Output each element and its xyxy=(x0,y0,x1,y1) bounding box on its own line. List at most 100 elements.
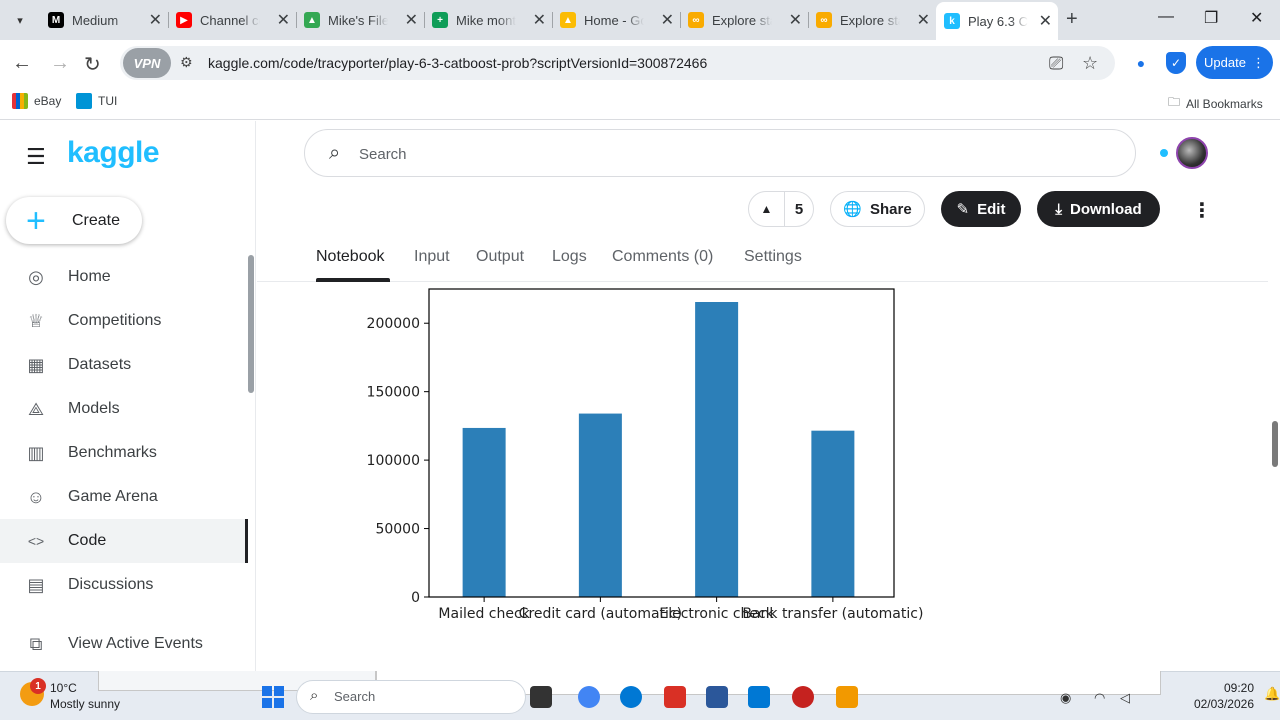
clock-time[interactable]: 09:20 xyxy=(1170,681,1254,695)
weather-description[interactable]: Mostly sunny xyxy=(50,697,120,711)
tab-favicon-icon: ▲ xyxy=(304,12,320,28)
tab-notebook[interactable]: Notebook xyxy=(316,248,385,266)
site-settings-icon[interactable]: ⚙ xyxy=(180,54,193,71)
comment-icon: ▤ xyxy=(27,574,45,595)
window-close-icon[interactable]: ✕ xyxy=(1250,8,1263,28)
notification-bell-icon[interactable]: 🔔 xyxy=(1264,686,1280,702)
tab-close-icon[interactable]: ✕ xyxy=(405,10,418,30)
forward-arrow-icon[interactable]: → xyxy=(50,52,70,75)
tab-search-chevron-icon[interactable]: ▾ xyxy=(8,8,32,32)
taskbar-app-icon[interactable] xyxy=(792,686,814,708)
back-arrow-icon[interactable]: ← xyxy=(12,52,32,75)
tab-close-icon[interactable]: ✕ xyxy=(533,10,546,30)
minimize-icon[interactable]: — xyxy=(1158,8,1174,26)
restore-icon[interactable]: ❐ xyxy=(1204,8,1218,28)
table-icon: ▦ xyxy=(27,354,45,375)
sidebar-item-view-active-events[interactable]: ⧉ View Active Events xyxy=(0,622,248,666)
avatar[interactable] xyxy=(1176,137,1208,169)
globe-icon: 🌐 xyxy=(843,201,862,218)
hamburger-menu-icon[interactable]: ☰ xyxy=(26,144,46,170)
profile-icon[interactable]: ● xyxy=(1130,52,1152,74)
tab-favicon-icon: ∞ xyxy=(816,12,832,28)
volume-icon[interactable]: ◁ xyxy=(1120,690,1130,706)
tab-close-icon[interactable]: ✕ xyxy=(661,10,674,30)
extension-shield-icon[interactable]: ✓ xyxy=(1166,52,1186,74)
code-icon: <> xyxy=(27,533,45,549)
x-tick-label: Bank transfer (automatic) xyxy=(742,606,923,622)
upvote-control[interactable]: ▲ 5 xyxy=(748,191,814,227)
x-tick-label: Credit card (automatic) xyxy=(519,606,682,622)
search-input[interactable] xyxy=(304,129,1136,177)
more-options-icon[interactable]: ⋮ xyxy=(1192,198,1212,223)
location-icon[interactable]: ◉ xyxy=(1060,690,1071,706)
temperature[interactable]: 10°C xyxy=(50,681,77,695)
tab-input[interactable]: Input xyxy=(414,248,450,266)
tab-close-icon[interactable]: ✕ xyxy=(277,10,290,30)
tab-settings[interactable]: Settings xyxy=(744,248,802,266)
browser-tab[interactable]: + Mike monthly ✕ xyxy=(424,4,552,36)
word-taskbar-icon[interactable] xyxy=(706,686,728,708)
browser-tab[interactable]: ▲ Home - Google Drive ✕ xyxy=(552,4,680,36)
tui-icon xyxy=(76,93,92,109)
weather-badge: 1 xyxy=(30,678,46,694)
taskbar-app-icon[interactable] xyxy=(530,686,552,708)
download-button[interactable]: ⤓ Download xyxy=(1037,191,1160,227)
download-icon: ⤓ xyxy=(1055,200,1062,218)
search-icon: ⌕ xyxy=(329,142,341,164)
browser-tab[interactable]: M Medium ✕ xyxy=(40,4,168,36)
url-text[interactable]: kaggle.com/code/tracyporter/play-6-3-cat… xyxy=(208,55,707,71)
sidebar-scrollbar[interactable] xyxy=(248,255,254,393)
create-button[interactable]: + Create xyxy=(6,197,142,244)
clock-date[interactable]: 02/03/2026 xyxy=(1170,697,1254,711)
taskbar-app-icon[interactable] xyxy=(836,686,858,708)
taskbar-app-icon[interactable] xyxy=(664,686,686,708)
bookmark-tui[interactable]: TUI xyxy=(76,93,117,109)
sidebar-item-datasets[interactable]: ▦ Datasets xyxy=(0,343,248,387)
kaggle-logo[interactable]: kaggle xyxy=(67,136,160,170)
sidebar-item-competitions[interactable]: ♕ Competitions xyxy=(0,299,248,343)
sidebar-item-benchmarks[interactable]: ▥ Benchmarks xyxy=(0,431,248,475)
browser-tab[interactable]: k Play 6.3 CatBoost ✕ xyxy=(936,2,1058,40)
sidebar-item-label: View Active Events xyxy=(68,635,203,652)
sidebar-item-home[interactable]: ◎ Home xyxy=(0,255,248,299)
share-button[interactable]: 🌐 Share xyxy=(830,191,925,227)
page-scrollbar[interactable] xyxy=(1272,421,1278,467)
sidebar-item-game-arena[interactable]: ☺ Game Arena xyxy=(0,475,248,519)
bookmark-ebay[interactable]: eBay xyxy=(12,93,61,109)
create-label: Create xyxy=(72,211,121,229)
upvote-arrow-icon[interactable]: ▲ xyxy=(749,192,785,226)
update-button[interactable]: Update ⋮ xyxy=(1196,46,1273,79)
tab-output[interactable]: Output xyxy=(476,248,524,266)
edge-taskbar-icon[interactable] xyxy=(620,686,642,708)
browser-tab[interactable]: ∞ Explore stats ✕ xyxy=(680,4,808,36)
sidebar-item-code[interactable]: <> Code xyxy=(0,519,248,563)
tab-logs[interactable]: Logs xyxy=(552,248,587,266)
browser-tab[interactable]: ▶ Channel content ✕ xyxy=(168,4,296,36)
wifi-icon[interactable]: ◠ xyxy=(1094,690,1105,706)
bookmark-star-icon[interactable]: ☆ xyxy=(1082,53,1098,74)
outlook-taskbar-icon[interactable] xyxy=(748,686,770,708)
tab-close-icon[interactable]: ✕ xyxy=(917,10,930,30)
browser-tab[interactable]: ∞ Explore stats ✕ xyxy=(808,4,936,36)
all-bookmarks[interactable]: 🗀 All Bookmarks xyxy=(1168,93,1263,114)
vpn-button[interactable]: VPN xyxy=(123,48,171,78)
chrome-taskbar-icon[interactable] xyxy=(578,686,600,708)
install-app-icon[interactable]: ⎚ xyxy=(1049,53,1063,74)
taskbar-search-input[interactable] xyxy=(296,680,526,714)
tab-comments[interactable]: Comments (0) xyxy=(612,248,713,266)
edit-button[interactable]: ✎ Edit xyxy=(941,191,1021,227)
sidebar-item-label: Game Arena xyxy=(68,488,158,505)
tab-close-icon[interactable]: ✕ xyxy=(149,10,162,30)
sidebar-item-discussions[interactable]: ▤ Discussions xyxy=(0,563,248,607)
y-tick-label: 50000 xyxy=(375,522,420,538)
bookmark-label: eBay xyxy=(34,94,62,108)
tab-close-icon[interactable]: ✕ xyxy=(1039,11,1052,31)
sidebar-item-models[interactable]: ⟁ Models xyxy=(0,387,248,431)
tab-label: Mike monthly xyxy=(456,12,516,28)
browser-tab[interactable]: ▲ Mike's Files ✕ xyxy=(296,4,424,36)
new-tab-button[interactable]: + xyxy=(1066,8,1078,31)
tab-close-icon[interactable]: ✕ xyxy=(789,10,802,30)
y-tick-label: 0 xyxy=(411,590,420,606)
start-menu-icon[interactable] xyxy=(262,686,284,708)
reload-icon[interactable]: ↻ xyxy=(84,52,101,77)
